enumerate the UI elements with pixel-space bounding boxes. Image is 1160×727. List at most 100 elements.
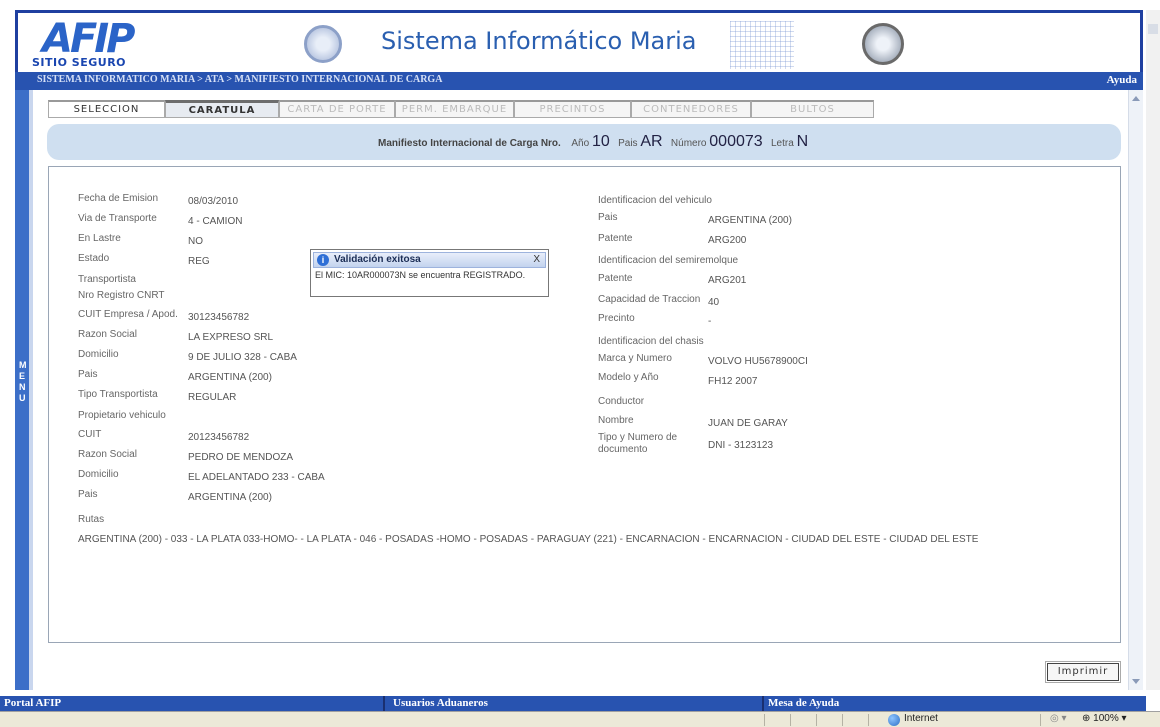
validation-popup: i Validación exitosa X El MIC: 10AR00007… [310, 249, 549, 297]
manifest-label: Manifiesto Internacional de Carga Nro. [378, 138, 561, 149]
field-value: ARGENTINA (200) [708, 215, 792, 226]
status-divider [816, 714, 817, 726]
manifest-year: 10 [591, 133, 610, 150]
field-label: Capacidad de Traccion [598, 294, 701, 305]
year-label: Año [571, 138, 590, 149]
section-label: Conductor [598, 396, 645, 407]
popup-title-bar: i Validación exitosa X [313, 252, 546, 268]
zoom-icon: ⊕ [1082, 713, 1091, 724]
field-value: 4 - CAMION [188, 216, 243, 227]
field-value: REG [188, 256, 210, 267]
status-divider [842, 714, 843, 726]
popup-message: El MIC: 10AR000073N se encuentra REGISTR… [315, 270, 526, 280]
field-label: Via de Transporte [78, 213, 157, 224]
section-label: Identificacion del semiremolque [598, 255, 739, 266]
field-value: ARGENTINA (200) [188, 492, 272, 503]
scroll-up-icon[interactable] [1132, 96, 1140, 101]
protected-mode-icon[interactable]: ◎ ▾ [1050, 713, 1067, 724]
zoom-level[interactable]: ⊕ 100% ▾ [1082, 713, 1127, 724]
field-value: DNI - 3123123 [708, 440, 774, 451]
routes-label: Rutas [78, 514, 105, 525]
field-label: Domicilio [78, 349, 119, 360]
browser-scrollbar[interactable] [1146, 10, 1160, 690]
field-value: ARG200 [708, 235, 747, 246]
field-label: Pais [78, 369, 98, 380]
manifest-number: 000073 [709, 133, 763, 150]
content-scrollbar[interactable] [1128, 90, 1143, 690]
afip-logo[interactable]: AFIP SITIO SEGURO [32, 16, 172, 70]
field-value: - [708, 316, 712, 327]
routes-value: ARGENTINA (200) - 033 - LA PLATA 033-HOM… [78, 534, 979, 545]
status-divider [764, 714, 765, 726]
manifest-id-line: Manifiesto Internacional de Carga Nro. A… [378, 133, 808, 151]
field-label: Patente [598, 273, 633, 284]
field-value: EL ADELANTADO 233 - CABA [188, 472, 325, 483]
popup-title: Validación exitosa [334, 254, 421, 265]
field-label: Marca y Numero [598, 353, 672, 364]
field-label: En Lastre [78, 233, 121, 244]
field-value: ARG201 [708, 275, 747, 286]
field-label: Transportista [78, 274, 136, 285]
field-label: Nro Registro CNRT [78, 290, 165, 301]
afip-seal-icon [862, 23, 904, 65]
field-value: NO [188, 236, 203, 247]
field-label: Domicilio [78, 469, 119, 480]
decorative-pattern [730, 21, 794, 69]
zoom-value: 100% [1093, 713, 1119, 724]
tab-caratula[interactable]: CARATULA [165, 100, 279, 118]
menu-sidebar-toggle[interactable]: M E N U [15, 90, 33, 690]
field-label: CUIT Empresa / Apod. [78, 309, 178, 320]
tab-precintos: PRECINTOS [514, 100, 631, 118]
mesa-de-ayuda-link[interactable]: Mesa de Ayuda [768, 697, 839, 709]
field-label: Razon Social [78, 449, 137, 460]
menu-letter: U [19, 393, 26, 403]
field-label: Estado [78, 253, 110, 264]
print-button[interactable]: Imprimir [1045, 661, 1121, 683]
footer-divider [762, 696, 764, 711]
tab-bultos: BULTOS [751, 100, 874, 118]
tab-perm-embarque: PERM. EMBARQUE [395, 100, 514, 118]
field-label: Fecha de Emision [78, 193, 159, 204]
country-label: Pais [618, 138, 638, 149]
status-divider [868, 714, 869, 726]
field-value: 9 DE JULIO 328 - CABA [188, 352, 297, 363]
field-label: CUIT [78, 429, 102, 440]
section-label: Identificacion del chasis [598, 336, 704, 347]
field-value: 20123456782 [188, 432, 250, 443]
section-label: Identificacion del vehiculo [598, 195, 712, 206]
manifest-country: AR [640, 133, 663, 150]
field-value: PEDRO DE MENDOZA [188, 452, 294, 463]
manifest-letter: N [796, 133, 809, 150]
tab-seleccion[interactable]: SELECCION [48, 100, 165, 118]
tab-contenedores: CONTENEDORES [631, 100, 751, 118]
field-value: LA EXPRESO SRL [188, 332, 274, 343]
main-content: SELECCION CARATULA CARTA DE PORTE PERM. … [37, 90, 1127, 690]
app-title: Sistema Informático Maria [381, 27, 697, 55]
chevron-down-icon: ▾ [1121, 713, 1127, 724]
close-icon[interactable]: X [533, 254, 540, 265]
scroll-down-icon[interactable] [1132, 679, 1140, 684]
field-label: Propietario vehiculo [78, 410, 166, 421]
field-label: Nombre [598, 415, 634, 426]
tab-carta-de-porte: CARTA DE PORTE [279, 100, 395, 118]
field-label: Razon Social [78, 329, 137, 340]
globe-icon [888, 714, 900, 726]
field-label: Pais [598, 212, 618, 223]
manifest-header: Manifiesto Internacional de Carga Nro. A… [47, 124, 1121, 160]
scroll-thumb[interactable] [1148, 24, 1158, 34]
menu-letter: N [19, 382, 26, 392]
portal-afip-link[interactable]: Portal AFIP [4, 697, 61, 709]
info-icon: i [317, 254, 329, 266]
status-divider [1040, 714, 1041, 726]
help-link[interactable]: Ayuda [1107, 74, 1137, 86]
footer-divider [383, 696, 385, 711]
security-zone: Internet [904, 713, 938, 724]
site-header: AFIP SITIO SEGURO Sistema Informático Ma… [15, 10, 1143, 72]
menu-letter: M [19, 360, 27, 370]
field-value: JUAN DE GARAY [708, 418, 788, 429]
field-label: Tipo y Numero de documento [598, 432, 678, 455]
breadcrumb-bar: SISTEMA INFORMATICO MARIA > ATA > MANIFI… [15, 72, 1143, 90]
field-value: ARGENTINA (200) [188, 372, 272, 383]
usuarios-aduaneros-link[interactable]: Usuarios Aduaneros [393, 697, 488, 709]
maria-seal-icon [304, 25, 342, 63]
